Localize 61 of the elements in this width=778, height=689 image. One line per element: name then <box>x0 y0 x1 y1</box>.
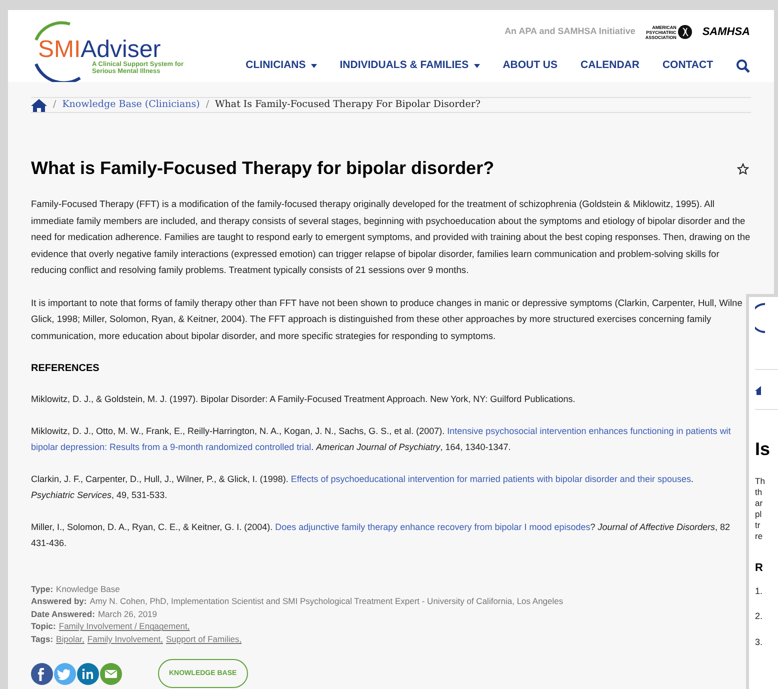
facebook-icon[interactable] <box>31 662 53 685</box>
reference-link[interactable]: Does adjunctive family therapy enhance recovery from bipolar I mood episodes <box>275 522 590 532</box>
reference-text: Clarkin, J. F., Carpenter, D., Hull, J., Wilner, P., & Glick, I. (1998). Effects of psychoeducational intervention for married patients with bipolar disorder and their spouses. <box>31 472 694 486</box>
reference-text: Miklowitz, D. J., & Goldstein, M. J. (1997). Bipolar Disorder: A Family-Focused Treatment Approach. New York, NY: Guilford Publications. <box>31 393 576 406</box>
paragraph-line: pl <box>755 509 763 520</box>
meta-label: Topic: <box>31 620 56 633</box>
paragraph-line: re <box>755 531 764 542</box>
initiative-text: An APA and SAMHSA Initiative <box>504 25 636 38</box>
reference-link[interactable]: Effects of psychoeducational intervention for married patients with bipolar disorder and their spouses <box>290 474 691 484</box>
reference-text: bipolar depression: Results from a 9-month randomized controlled trial. American Journal of Psychiatry, 164, 1340-1347. <box>31 441 511 454</box>
article-title: Is <box>755 440 772 458</box>
nav-link[interactable]: CALENDAR <box>580 58 640 74</box>
email-icon[interactable] <box>100 662 122 685</box>
paragraph-line: ar <box>755 498 764 509</box>
breadcrumb-current: What Is Family-Focused Therapy For Bipolar Disorder? <box>215 98 480 112</box>
meta-label: Tags: <box>31 632 54 646</box>
reference-link[interactable]: bipolar depression: Results from a 9-month randomized controlled trial <box>31 442 312 452</box>
article-title: What is Family-Focused Therapy for bipolar disorder? <box>31 157 494 180</box>
breadcrumb-link[interactable]: Knowledge Base (Clinicians) <box>62 98 200 112</box>
paragraph-line: Family-Focused Therapy (FFT) is a modification of the family-focused therapy originally developed for the treatment of schizophrenia (Goldstein & Miklowitz, 1995). All <box>31 198 714 212</box>
references-heading: REFERENCES <box>31 362 100 376</box>
paragraph-line: It is important to note that forms of family therapy other than FFT have not been shown to produce changes in manic or depressive symptoms (Clarkin, Carpenter, Hull, Wilne <box>31 296 742 310</box>
paragraph-line: th <box>755 487 764 498</box>
meta-link[interactable]: Family Involvement, <box>87 632 163 646</box>
nav-link[interactable]: CLINICIANS <box>246 58 317 74</box>
nav-link[interactable]: CONTACT <box>662 58 713 74</box>
meta-label: Date Answered: <box>31 608 95 620</box>
samhsa-logo: SAMHSA <box>702 24 750 40</box>
paragraph-line: Th <box>755 476 766 487</box>
meta-value: Amy N. Cohen, PhD, Implementation Scientist and SMI Psychological Treatment Expert - University of California, Los Angeles <box>90 595 564 608</box>
paragraph-line: immediate family members are included, and therapy consists of several stages, beginning with psychoeducation about the symptoms and etiology of bipolar disorder and the <box>31 214 746 228</box>
reference-text: 431-436. <box>31 537 67 550</box>
reference-link[interactable]: Intensive psychosocial intervention enhances functioning in patients wit <box>447 426 731 436</box>
paragraph-line: communication, more education about bipolar disorder, and more specific strategies for responding to symptoms. <box>31 330 496 343</box>
logo-arc-icon <box>755 303 765 333</box>
nav-link[interactable]: INDIVIDUALS & FAMILIES <box>340 58 480 74</box>
reference-text: Psychiatric Services, 49, 531-533. <box>31 489 168 502</box>
meta-link[interactable]: Support of Families, <box>166 632 242 646</box>
meta-label: Answered by: <box>31 595 87 608</box>
paragraph-line: tr <box>755 520 762 531</box>
paragraph-line: Glick, 1998; Miller, Solomon, Ryan, & Keitner, 2004). The FFT approach is distinguished from these other approaches by more structured exercises concerning family <box>31 313 712 326</box>
nav-link[interactable]: ABOUT US <box>502 58 558 74</box>
list-number: 3. <box>755 636 764 648</box>
reference-text: Miklowitz, D. J., Otto, M. W., Frank, E., Reilly-Harrington, N. A., Kogan, J. N., Sachs, G. S., et al. (2007). Intensive psychosocial intervention enhances functioning in patients wit <box>31 424 731 438</box>
paragraph-line: reducing conflict and resolving family problems. Treatment typically consists of 21 sessions over 9 months. <box>31 264 469 278</box>
list-number: 1. <box>755 584 764 598</box>
search-icon[interactable] <box>736 58 750 73</box>
references-heading: R <box>755 561 764 576</box>
paragraph-line: evidence that overly negative family interactions (expressed emotion) can trigger relapse of bipolar disorder, families learn communication and problem-solving skills for <box>31 248 720 261</box>
meta-value: March 26, 2019 <box>98 608 158 620</box>
breadcrumb-separator: / <box>53 98 56 112</box>
list-number: 2. <box>755 610 764 623</box>
meta-label: Type: <box>31 582 54 596</box>
breadcrumb-separator: / <box>206 98 210 112</box>
paragraph-line: need for medication adherence. Families are taught to respond early to emergent symptoms, and provided with training about the best coping responses. Then, drawing on the <box>31 231 750 244</box>
star-icon[interactable] <box>737 162 749 175</box>
meta-value: Knowledge Base <box>56 582 120 596</box>
reference-text: Miller, I., Solomon, D. A., Ryan, C. E., & Keitner, G. I. (2004). Does adjunctive family therapy enhance recovery from bipolar I mood episodes? Journal of Affective Disorders, 82 <box>31 520 730 534</box>
linkedin-icon[interactable] <box>77 662 99 685</box>
meta-link[interactable]: Bipolar, <box>56 632 84 646</box>
meta-link[interactable]: Family Involvement / Engagement, <box>58 620 190 633</box>
